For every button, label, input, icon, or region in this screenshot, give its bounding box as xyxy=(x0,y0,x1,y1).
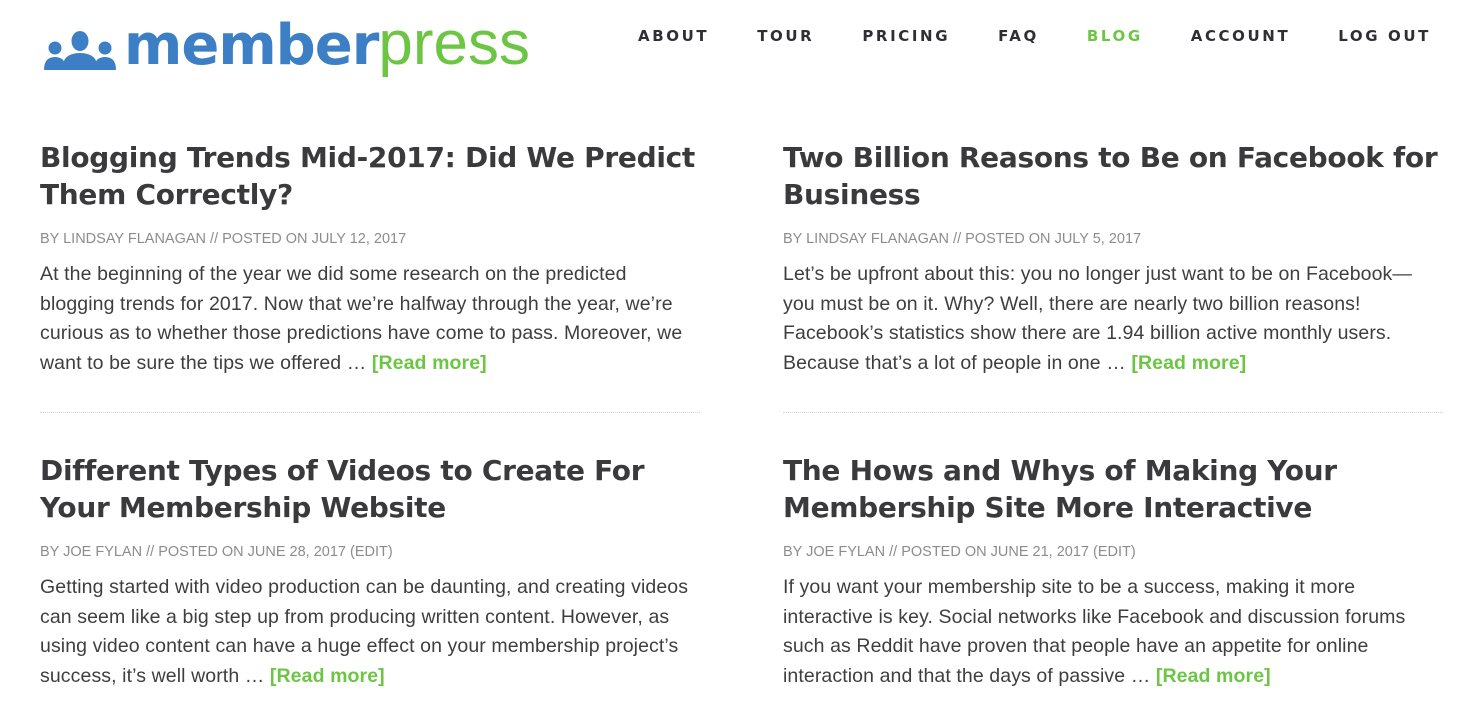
blog-post-card: The Hows and Whys of Making Your Members… xyxy=(783,452,1443,691)
read-more-link[interactable]: [Read more] xyxy=(372,352,487,374)
post-author-link[interactable]: JOE FYLAN xyxy=(806,544,885,560)
members-group-icon xyxy=(44,31,116,70)
meta-prefix: BY xyxy=(783,231,807,247)
post-excerpt: At the beginning of the year we did some… xyxy=(40,260,700,378)
main-nav: ABOUT TOUR PRICING FAQ BLOG ACCOUNT LOG … xyxy=(638,26,1480,46)
nav-blog[interactable]: BLOG xyxy=(1087,26,1143,46)
post-date: JUNE 28, 2017 xyxy=(247,544,346,560)
post-author-link[interactable]: JOE FYLAN xyxy=(63,544,142,560)
post-date: JULY 5, 2017 xyxy=(1054,231,1142,247)
post-author-link[interactable]: LINDSAY FLANAGAN xyxy=(63,231,206,247)
post-meta: BY JOE FYLAN // POSTED ON JUNE 28, 2017 … xyxy=(40,543,700,561)
post-title-link[interactable]: Different Types of Videos to Create For … xyxy=(40,452,700,526)
logo-wordmark: memberpress xyxy=(124,13,530,78)
meta-separator: // POSTED ON xyxy=(206,231,312,247)
read-more-link[interactable]: [Read more] xyxy=(270,665,385,687)
post-meta: BY LINDSAY FLANAGAN // POSTED ON JULY 12… xyxy=(40,230,700,248)
blog-post-card: Two Billion Reasons to Be on Facebook fo… xyxy=(783,139,1443,378)
meta-prefix: BY xyxy=(40,231,64,247)
post-title-link[interactable]: Two Billion Reasons to Be on Facebook fo… xyxy=(783,139,1443,213)
logo-text-press: press xyxy=(378,9,530,78)
blog-post-card: Blogging Trends Mid-2017: Did We Predict… xyxy=(40,139,700,378)
read-more-link[interactable]: [Read more] xyxy=(1156,665,1271,687)
post-divider xyxy=(40,412,700,413)
excerpt-text: Let’s be upfront about this: you no long… xyxy=(783,263,1412,374)
post-meta: BY LINDSAY FLANAGAN // POSTED ON JULY 5,… xyxy=(783,230,1443,248)
post-excerpt: If you want your membership site to be a… xyxy=(783,573,1443,691)
logo-text-member: member xyxy=(124,13,379,78)
post-date: JULY 12, 2017 xyxy=(311,231,407,247)
meta-separator: // POSTED ON xyxy=(142,544,248,560)
post-date: JUNE 21, 2017 xyxy=(990,544,1089,560)
post-excerpt: Let’s be upfront about this: you no long… xyxy=(783,260,1443,378)
meta-prefix: BY xyxy=(783,544,807,560)
nav-faq[interactable]: FAQ xyxy=(998,26,1039,46)
post-excerpt: Getting started with video production ca… xyxy=(40,573,700,691)
nav-tour[interactable]: TOUR xyxy=(757,26,814,46)
nav-about[interactable]: ABOUT xyxy=(638,26,709,46)
meta-separator: // POSTED ON xyxy=(949,231,1055,247)
post-edit-link[interactable]: (EDIT) xyxy=(346,544,393,560)
read-more-link[interactable]: [Read more] xyxy=(1131,352,1246,374)
nav-log-out[interactable]: LOG OUT xyxy=(1338,26,1431,46)
meta-separator: // POSTED ON xyxy=(885,544,991,560)
site-header: memberpress ABOUT TOUR PRICING FAQ BLOG … xyxy=(0,0,1480,90)
post-edit-link[interactable]: (EDIT) xyxy=(1089,544,1136,560)
meta-prefix: BY xyxy=(40,544,64,560)
post-author-link[interactable]: LINDSAY FLANAGAN xyxy=(806,231,949,247)
excerpt-text: If you want your membership site to be a… xyxy=(783,576,1406,687)
post-meta: BY JOE FYLAN // POSTED ON JUNE 21, 2017 … xyxy=(783,543,1443,561)
nav-account[interactable]: ACCOUNT xyxy=(1191,26,1291,46)
nav-pricing[interactable]: PRICING xyxy=(862,26,950,46)
logo-link[interactable]: memberpress xyxy=(42,13,530,78)
post-title-link[interactable]: Blogging Trends Mid-2017: Did We Predict… xyxy=(40,139,700,213)
blog-post-card: Different Types of Videos to Create For … xyxy=(40,452,700,691)
excerpt-text: At the beginning of the year we did some… xyxy=(40,263,683,374)
post-divider xyxy=(783,412,1443,413)
post-title-link[interactable]: The Hows and Whys of Making Your Members… xyxy=(783,452,1443,526)
